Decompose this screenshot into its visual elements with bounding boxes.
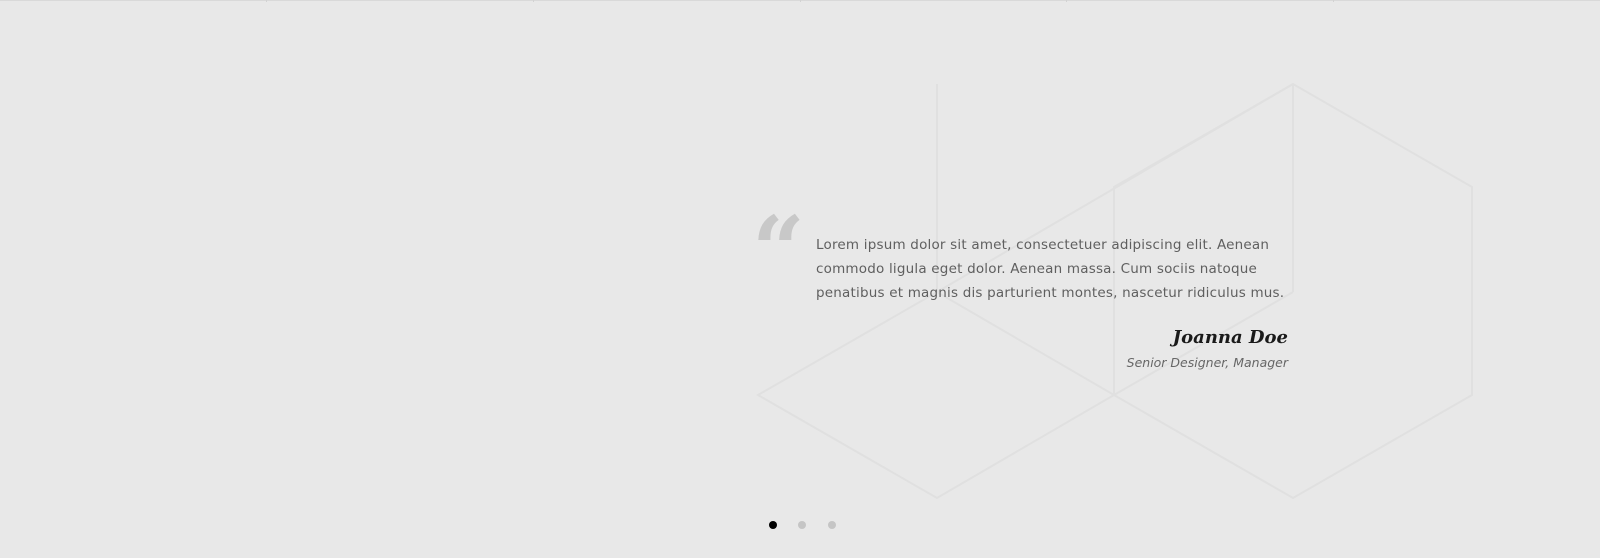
pagination-dot-3[interactable] <box>828 521 836 529</box>
testimonial-quote: Lorem ipsum dolor sit amet, consectetuer… <box>816 237 1285 301</box>
testimonial-role: Senior Designer, Manager <box>1126 355 1288 370</box>
testimonial-section: “ Lorem ipsum dolor sit amet, consectetu… <box>0 0 1600 560</box>
pagination-dot-2[interactable] <box>798 521 806 529</box>
quote-icon: “ <box>752 196 805 304</box>
testimonial-author: Joanna Doe <box>1172 327 1288 348</box>
hexagon-outline-left <box>755 290 1116 500</box>
pagination-dot-1[interactable] <box>769 521 777 529</box>
